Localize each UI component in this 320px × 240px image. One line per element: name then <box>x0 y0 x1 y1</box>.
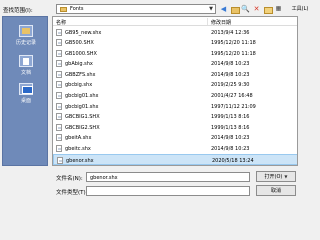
filetype-select[interactable] <box>86 186 250 196</box>
file-open-dialog: 查找范围(I): Fonts ▼ ◀ 🔍 ✕ ▦ 工具(L) 历史记录 文档 桌… <box>0 0 308 200</box>
file-row[interactable]: GBCBIG2.SHX 1999/1/13 8:16 <box>53 122 297 133</box>
file-date: 1995/12/20 11:18 <box>211 50 256 57</box>
file-date: 1999/1/13 8:16 <box>211 114 250 121</box>
shx-file-icon <box>56 49 62 57</box>
file-date: 2014/9/8 10:23 <box>211 135 250 142</box>
file-row[interactable]: gbcbig01.shx 1997/11/12 21:09 <box>53 101 297 112</box>
cancel-button-label: 取消 <box>270 188 281 194</box>
file-name: gbcbig01.shx <box>65 103 99 110</box>
file-name: GBBZFS.shx <box>65 71 96 78</box>
file-row[interactable]: gbeitc.shx 2014/9/8 10:23 <box>53 144 297 155</box>
place-label: 桌面 <box>20 98 31 104</box>
back-icon[interactable]: ◀ <box>219 4 228 14</box>
file-name: gbAbig.shx <box>65 61 93 68</box>
shx-file-icon <box>57 156 63 164</box>
file-date: 2014/9/8 10:23 <box>211 61 250 68</box>
file-row[interactable]: gbcbig.shx 2019/2/25 9:30 <box>53 80 297 91</box>
shx-file-icon <box>56 70 62 78</box>
filename-value: gbenor.shx <box>90 175 118 181</box>
file-date: 1995/12/20 11:18 <box>211 40 256 47</box>
file-row[interactable]: GB1000.SHX 1995/12/20 11:18 <box>53 48 297 59</box>
place-documents[interactable]: 文档 <box>3 55 49 76</box>
place-label: 历史记录 <box>15 40 36 46</box>
chevron-down-icon: ▼ <box>209 6 213 12</box>
delete-icon[interactable]: ✕ <box>252 4 261 14</box>
desktop-icon <box>19 83 33 95</box>
list-header: 名称 修改日期 <box>53 17 297 26</box>
file-list[interactable]: 名称 修改日期 GB95_new.shx 2013/9/4 12:36 GB500.… <box>52 16 298 166</box>
shx-file-icon <box>56 145 62 153</box>
file-name: GB1000.SHX <box>65 50 97 57</box>
search-icon[interactable]: 🔍 <box>241 4 250 14</box>
shx-file-icon <box>56 134 62 142</box>
places-bar: 历史记录 文档 桌面 <box>2 16 48 166</box>
shx-file-icon <box>56 81 62 89</box>
file-date: 2019/2/25 9:30 <box>211 82 250 89</box>
file-date: 2014/9/8 10:23 <box>211 146 250 153</box>
file-name: GB95_new.shx <box>65 29 102 36</box>
cancel-button[interactable]: 取消 <box>256 185 296 196</box>
file-date: 2001/4/27 16:48 <box>211 93 253 100</box>
column-header-date[interactable]: 修改日期 <box>211 19 231 26</box>
file-date: 2013/9/4 12:36 <box>211 29 250 36</box>
chevron-down-icon: ▼ <box>284 174 288 179</box>
folder-icon <box>60 6 67 12</box>
file-row[interactable]: gbcbig01.shx 2001/4/27 16:48 <box>53 91 297 102</box>
file-row[interactable]: GBBZFS.shx 2014/9/8 10:23 <box>53 69 297 80</box>
open-button-label: 打开(O) <box>264 174 283 180</box>
documents-icon <box>19 55 33 67</box>
file-date: 1997/11/12 21:09 <box>211 103 256 110</box>
shx-file-icon <box>56 123 62 131</box>
file-name: gbenor.shx <box>66 157 94 164</box>
file-date: 2020/5/18 13:24 <box>212 157 254 164</box>
column-header-name[interactable]: 名称 <box>56 19 66 26</box>
view-menu-icon[interactable]: ▦ <box>274 4 283 14</box>
up-folder-icon[interactable] <box>230 4 240 14</box>
shx-file-icon <box>56 60 62 68</box>
history-icon <box>19 25 33 37</box>
place-label: 文档 <box>20 70 31 76</box>
look-in-dropdown[interactable]: Fonts ▼ <box>56 4 216 14</box>
shx-file-icon <box>56 39 62 47</box>
file-rows: GB95_new.shx 2013/9/4 12:36 GB500.SHX 1995/… <box>53 27 297 165</box>
toolbar: ◀ 🔍 ✕ ▦ 工具(L) <box>219 4 315 14</box>
tools-menu[interactable]: 工具(L) <box>285 4 315 14</box>
file-name: GBCBIG2.SHX <box>65 124 100 131</box>
file-name: gbeitc.shx <box>65 146 91 153</box>
file-date: 2014/9/8 10:23 <box>211 71 250 78</box>
file-name: GB500.SHX <box>65 40 94 47</box>
file-name: gbeitA.shx <box>65 135 92 142</box>
file-row[interactable]: GB95_new.shx 2013/9/4 12:36 <box>53 27 297 38</box>
file-name: GBCBIG1.SHX <box>65 114 100 121</box>
file-row[interactable]: GB500.SHX 1995/12/20 11:18 <box>53 38 297 49</box>
place-history[interactable]: 历史记录 <box>3 25 49 46</box>
look-in-value: Fonts <box>70 6 84 12</box>
filename-input[interactable]: gbenor.shx <box>86 172 250 182</box>
filetype-label: 文件类型(T): <box>56 190 88 196</box>
place-desktop[interactable]: 桌面 <box>3 83 49 104</box>
file-row[interactable]: gbenor.shx 2020/5/18 13:24 <box>53 154 297 165</box>
file-name: gbcbig01.shx <box>65 93 99 100</box>
filename-label: 文件名(N): <box>56 176 83 182</box>
look-in-label: 查找范围(I): <box>3 8 33 14</box>
shx-file-icon <box>56 92 62 100</box>
file-name: gbcbig.shx <box>65 82 93 89</box>
open-button[interactable]: 打开(O) ▼ <box>256 171 296 182</box>
new-folder-icon[interactable] <box>263 4 273 14</box>
file-row[interactable]: gbeitA.shx 2014/9/8 10:23 <box>53 133 297 144</box>
shx-file-icon <box>56 102 62 110</box>
file-date: 1999/1/13 8:16 <box>211 124 250 131</box>
shx-file-icon <box>56 28 62 36</box>
file-row[interactable]: GBCBIG1.SHX 1999/1/13 8:16 <box>53 112 297 123</box>
column-divider[interactable] <box>207 18 208 25</box>
shx-file-icon <box>56 113 62 121</box>
file-row[interactable]: gbAbig.shx 2014/9/8 10:23 <box>53 59 297 70</box>
